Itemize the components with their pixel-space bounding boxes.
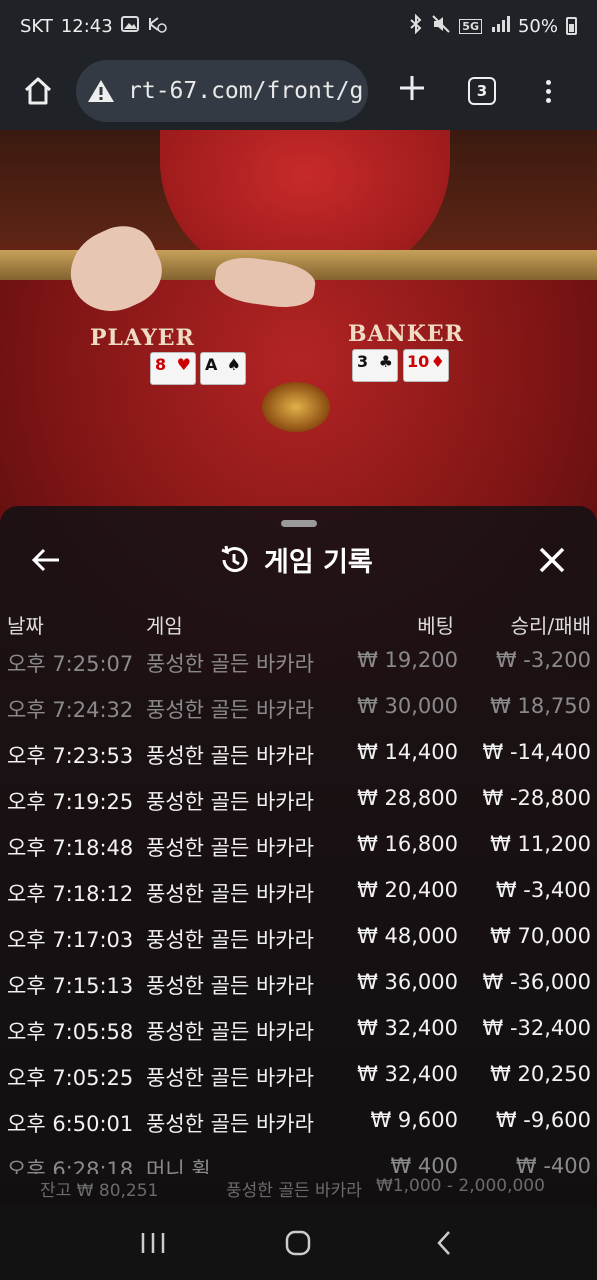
kebab-dot-icon	[546, 97, 551, 103]
signal-icon	[490, 15, 510, 37]
recent-apps-icon	[141, 1233, 165, 1253]
history-row: 오후 7:15:13 풍성한 골든 바카라 ₩ 36,000 ₩ -36,000	[7, 970, 591, 998]
bluetooth-icon	[409, 13, 423, 38]
banker-card: 10 ♦	[403, 349, 449, 382]
chevron-left-icon	[437, 1231, 451, 1255]
table-name-label: 풍성한 골든 바카라	[226, 1181, 362, 1201]
new-tab-button[interactable]	[392, 71, 432, 112]
warning-icon[interactable]	[86, 76, 116, 106]
sheet-header: 게임 기록	[0, 530, 597, 590]
browser-toolbar: rt-67.com/front/g 3	[0, 52, 597, 130]
history-row: 오후 7:05:58 풍성한 골든 바카라 ₩ 32,400 ₩ -32,400	[7, 1016, 591, 1044]
status-bar: SKT 12:43 5G 50%	[0, 0, 597, 52]
player-card: A ♠	[200, 352, 246, 385]
sheet-title: 게임 기록	[264, 547, 373, 578]
home-circle-icon	[286, 1230, 311, 1256]
tab-switcher-button[interactable]: 3	[468, 77, 496, 105]
more-menu-button[interactable]	[546, 79, 551, 103]
history-row: 오후 7:05:25 풍성한 골든 바카라 ₩ 32,400 ₩ 20,250	[7, 1062, 591, 1090]
battery-percent: 50%	[517, 15, 558, 37]
column-header-date: 날짜	[7, 614, 44, 638]
home-button[interactable]	[14, 67, 62, 115]
game-history-sheet: 게임 기록 날짜 게임 베팅 승리/패배 오후 7:25:07 풍성한 골든 바…	[0, 506, 597, 1206]
column-header-bet: 베팅	[417, 614, 454, 638]
mute-icon	[431, 14, 451, 38]
close-icon	[539, 547, 565, 573]
player-card: 8 ♥	[150, 352, 196, 385]
table-limits-label: ₩1,000 - 2,000,000	[376, 1176, 545, 1196]
home-icon	[24, 77, 52, 105]
system-nav-bar	[0, 1206, 597, 1280]
column-header-win-loss: 승리/패배	[510, 614, 591, 638]
history-row: 오후 7:23:53 풍성한 골든 바카라 ₩ 14,400 ₩ -14,400	[7, 740, 591, 768]
recent-apps-button[interactable]	[133, 1223, 173, 1263]
game-footer-info: 잔고 ₩ 80,251 풍성한 골든 바카라 ₩1,000 - 2,000,00…	[0, 1172, 597, 1202]
drag-handle[interactable]	[281, 520, 317, 527]
clock: 12:43	[60, 15, 113, 37]
close-button[interactable]	[534, 542, 570, 578]
banker-card: 3 ♣	[352, 349, 398, 382]
call-blocked-icon	[147, 15, 167, 37]
column-headers: 날짜 게임 베팅 승리/패배	[0, 610, 597, 640]
history-row: 오후 6:28:18 머니 휠 ₩ 400 ₩ -400	[7, 1154, 591, 1174]
home-nav-button[interactable]	[278, 1223, 318, 1263]
url-text: rt-67.com/front/g	[128, 78, 364, 104]
plus-icon	[400, 75, 424, 100]
battery-icon	[566, 17, 577, 35]
address-bar[interactable]: rt-67.com/front/g	[76, 60, 368, 122]
history-row: 오후 7:25:07 풍성한 골든 바카라 ₩ 19,200 ₩ -3,200	[7, 648, 591, 676]
player-label: PLAYER	[90, 325, 195, 351]
history-icon	[221, 545, 248, 572]
history-row: 오후 7:17:03 풍성한 골든 바카라 ₩ 48,000 ₩ 70,000	[7, 924, 591, 952]
balance-label: 잔고 ₩ 80,251	[40, 1181, 159, 1201]
column-header-game: 게임	[146, 614, 183, 638]
history-row: 오후 7:19:25 풍성한 골든 바카라 ₩ 28,800 ₩ -28,800	[7, 786, 591, 814]
back-button[interactable]	[28, 542, 64, 578]
tab-count: 3	[476, 82, 488, 100]
gallery-icon	[120, 15, 139, 37]
history-row: 오후 6:50:01 풍성한 골든 바카라 ₩ 9,600 ₩ -9,600	[7, 1108, 591, 1136]
arrow-left-icon	[31, 548, 59, 572]
history-row: 오후 7:24:32 풍성한 골든 바카라 ₩ 30,000 ₩ 18,750	[7, 694, 591, 722]
history-list[interactable]: 오후 7:25:07 풍성한 골든 바카라 ₩ 19,200 ₩ -3,200 …	[0, 644, 597, 1174]
card-shoe	[262, 382, 330, 432]
back-nav-button[interactable]	[424, 1223, 464, 1263]
history-row: 오후 7:18:12 풍성한 골든 바카라 ₩ 20,400 ₩ -3,400	[7, 878, 591, 906]
history-row: 오후 7:18:48 풍성한 골든 바카라 ₩ 16,800 ₩ 11,200	[7, 832, 591, 860]
kebab-dot-icon	[546, 79, 551, 85]
carrier-label: SKT	[20, 15, 53, 37]
kebab-dot-icon	[546, 88, 551, 94]
banker-label: BANKER	[348, 321, 464, 347]
network-type-label: 5G	[459, 18, 482, 34]
